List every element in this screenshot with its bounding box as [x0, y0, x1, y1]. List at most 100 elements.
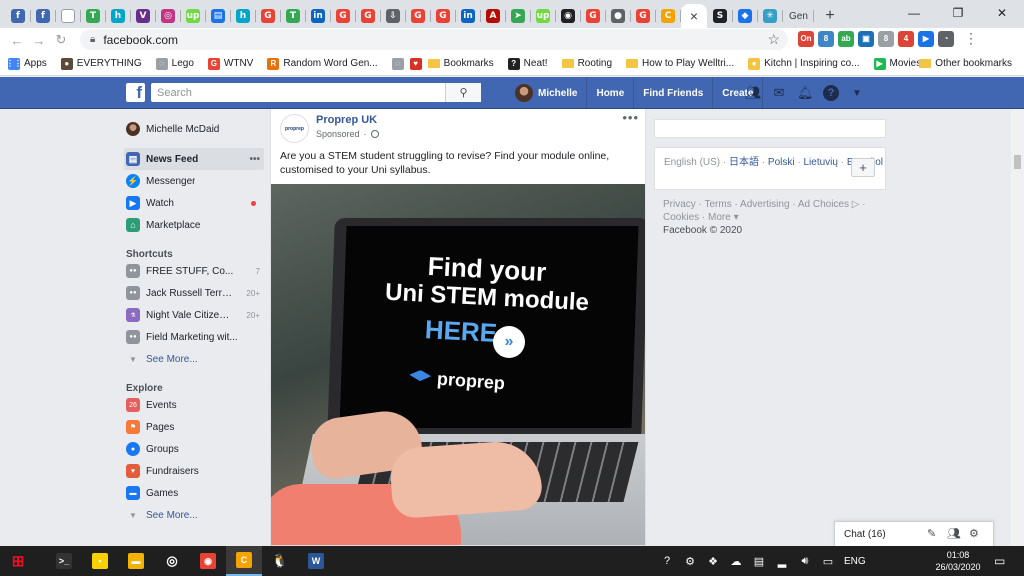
close-tab-icon[interactable]: ×: [690, 8, 698, 24]
orange-app-icon[interactable]: C: [226, 546, 262, 576]
network-icon[interactable]: ▂: [775, 555, 789, 568]
browser-tab[interactable]: ⇩: [381, 4, 406, 28]
tab-gen[interactable]: Gen: [783, 4, 814, 28]
profile-link[interactable]: Michelle: [506, 77, 588, 109]
browser-tab[interactable]: in: [306, 4, 331, 28]
home-link[interactable]: Home: [587, 77, 635, 109]
chat-bar[interactable]: Chat (16) ✎ 👥︎ ⚙: [834, 521, 994, 547]
browser-tab[interactable]: ◎: [156, 4, 181, 28]
see-more-explore[interactable]: ▼ See More...: [124, 504, 264, 526]
bookmark-item[interactable]: Bookmarks: [427, 58, 494, 69]
browser-tab[interactable]: G: [581, 4, 606, 28]
footer-links[interactable]: Privacy · Terms · Advertising · Ad Choic…: [663, 198, 883, 224]
page-name-link[interactable]: Proprep UK: [316, 114, 377, 126]
dropbox-icon[interactable]: ❖: [706, 555, 720, 568]
reload-icon[interactable]: ↻: [50, 29, 72, 51]
account-menu-icon[interactable]: ▼: [849, 88, 865, 99]
sidebar-item-fundraisers[interactable]: ♥ Fundraisers: [124, 460, 264, 482]
restore-button[interactable]: ❐: [936, 0, 980, 26]
bookmark-item[interactable]: ♥: [409, 57, 422, 70]
browser-tab[interactable]: ➤: [506, 4, 531, 28]
bookmark-item[interactable]: ◌: [391, 57, 404, 70]
gear-icon[interactable]: ⚙: [969, 527, 979, 540]
extension-icon[interactable]: On: [798, 30, 814, 47]
browser-tab[interactable]: [56, 4, 81, 28]
active-tab[interactable]: ×: [681, 4, 707, 28]
bookmark-item[interactable]: ◌ Lego: [155, 57, 194, 70]
forward-icon[interactable]: →: [28, 29, 50, 51]
browser-tab[interactable]: f: [31, 4, 56, 28]
browser-tab[interactable]: T: [281, 4, 306, 28]
extension-icon[interactable]: 8: [878, 30, 894, 47]
facebook-logo[interactable]: f: [126, 83, 145, 102]
chrome-icon[interactable]: ◉: [190, 546, 226, 576]
extension-icon[interactable]: 8: [818, 30, 834, 47]
sidebar-item-news-feed[interactable]: ▤ News Feed •••: [124, 148, 264, 170]
extension-icon[interactable]: 4: [898, 30, 914, 47]
sponsored-label[interactable]: Sponsored: [316, 129, 360, 139]
search-icon[interactable]: ⚲: [445, 83, 481, 102]
scrollbar[interactable]: [1011, 109, 1024, 546]
extension-icon[interactable]: ◔: [938, 30, 954, 47]
sidebar-item-pages[interactable]: ⚑ Pages: [124, 416, 264, 438]
language-link[interactable]: Lietuvių: [804, 157, 838, 168]
notifications-icon[interactable]: ▭: [994, 554, 1005, 568]
bookmark-item[interactable]: R Random Word Gen...: [267, 57, 378, 70]
browser-tab[interactable]: ▤: [206, 4, 231, 28]
extension-icon[interactable]: ab: [838, 30, 854, 47]
clock[interactable]: 01:08 26/03/2020: [928, 549, 988, 573]
help-icon[interactable]: ?: [660, 555, 674, 567]
terminal-icon[interactable]: >_: [46, 546, 82, 576]
browser-tab[interactable]: G: [331, 4, 356, 28]
browser-tab[interactable]: G: [256, 4, 281, 28]
close-window-button[interactable]: ✕: [980, 0, 1024, 26]
bookmark-item[interactable]: ● Kitchn | Inspiring co...: [748, 57, 860, 70]
browser-tab[interactable]: h: [106, 4, 131, 28]
browser-tab[interactable]: A: [481, 4, 506, 28]
language-link[interactable]: 日本語: [729, 157, 759, 168]
browser-tab[interactable]: V: [131, 4, 156, 28]
word-icon[interactable]: W: [298, 546, 334, 576]
minimize-button[interactable]: —: [892, 0, 936, 26]
sidebar-item-games[interactable]: ▬ Games: [124, 482, 264, 504]
group-chat-icon[interactable]: 👥︎: [947, 527, 961, 540]
shortcut-item[interactable]: ●● Jack Russell Terrie... 20+: [124, 282, 264, 304]
browser-tab[interactable]: ✳: [758, 4, 783, 28]
browser-tab[interactable]: ◉: [556, 4, 581, 28]
penguin-icon[interactable]: 🐧: [262, 546, 298, 576]
bookmark-item[interactable]: Rooting: [561, 58, 612, 69]
volume-icon[interactable]: 🔊︎: [798, 555, 812, 568]
browser-tab[interactable]: C: [656, 4, 681, 28]
browser-tab[interactable]: up: [181, 4, 206, 28]
browser-tab[interactable]: ◆: [733, 4, 758, 28]
browser-tab[interactable]: h: [231, 4, 256, 28]
help-icon[interactable]: ?: [823, 85, 839, 101]
extension-icon[interactable]: ▶: [918, 30, 934, 47]
gear-icon[interactable]: ⚙: [683, 555, 697, 568]
compose-icon[interactable]: ✎: [927, 527, 936, 540]
browser-tab[interactable]: up: [531, 4, 556, 28]
see-more-shortcuts[interactable]: ▼ See More...: [124, 348, 264, 370]
shortcut-item[interactable]: ●● FREE STUFF, Co... 7: [124, 260, 264, 282]
bookmark-item[interactable]: ⋮⋮ Apps: [6, 57, 47, 70]
address-bar[interactable]: 🔒︎ facebook.com ☆: [80, 29, 788, 50]
sidebar-item-marketplace[interactable]: ⌂ Marketplace: [124, 214, 264, 236]
scrollbar-thumb[interactable]: [1014, 155, 1021, 169]
bookmark-item[interactable]: How to Play Welltri...: [626, 58, 734, 69]
more-options-icon[interactable]: •••: [622, 110, 639, 125]
bookmark-item[interactable]: G WTNV: [207, 57, 253, 70]
app-tray-icon[interactable]: ▤: [752, 555, 766, 568]
sidebar-item-messenger[interactable]: ⚡ Messenger: [124, 170, 264, 192]
url-text[interactable]: facebook.com: [103, 33, 178, 47]
browser-tab[interactable]: G: [406, 4, 431, 28]
friend-requests-icon[interactable]: 👥︎: [745, 85, 762, 101]
bookmark-item[interactable]: ? Neat!: [507, 57, 548, 70]
page-avatar[interactable]: proprep: [280, 114, 309, 143]
browser-tab[interactable]: f: [6, 4, 31, 28]
browser-tab[interactable]: in: [456, 4, 481, 28]
new-tab-button[interactable]: +: [818, 4, 842, 28]
browser-tab[interactable]: G: [431, 4, 456, 28]
other-bookmarks[interactable]: Other bookmarks: [919, 58, 1012, 69]
bookmark-star-icon[interactable]: ☆: [767, 31, 780, 48]
browser-tab[interactable]: G: [631, 4, 656, 28]
